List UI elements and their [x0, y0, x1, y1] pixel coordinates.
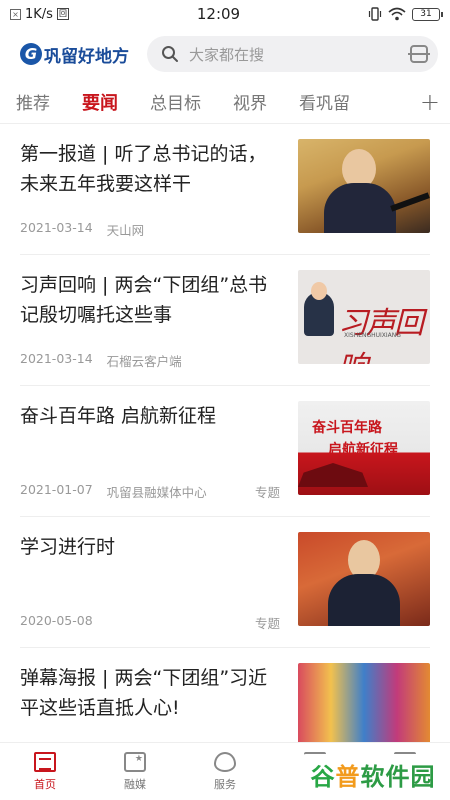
battery-icon: 31: [412, 7, 443, 21]
news-source: 巩留县融媒体中心: [106, 485, 207, 500]
channel-tabs: 推荐 要闻 总目标 视界 看巩留 +: [0, 80, 450, 124]
status-time: 12:09: [196, 5, 241, 23]
news-meta: 2021-01-07 巩留县融媒体中心 专题: [20, 482, 280, 501]
watermark-part3: 软件园: [360, 762, 436, 791]
list-item[interactable]: 第一报道 | 听了总书记的话，未来五年我要这样干 2021-03-14 天山网: [20, 124, 430, 255]
search-placeholder: 大家都在搜: [189, 45, 265, 64]
news-text: 学习进行时 2020-05-08 专题: [20, 532, 280, 632]
search-input[interactable]: 大家都在搜: [147, 36, 438, 72]
news-title: 弹幕海报 | 两会“下团组”习近平这些话直抵人心!: [20, 667, 268, 719]
status-right: 31: [368, 7, 443, 21]
thumb-banner-line1: 奋斗百年路: [312, 420, 382, 436]
news-title: 学习进行时: [20, 536, 116, 558]
news-thumbnail: 习声回响 XISHENGHUIXIANG: [298, 270, 430, 364]
tab-recommend[interactable]: 推荐: [16, 89, 50, 114]
news-date: 2021-01-07: [20, 482, 93, 497]
list-item[interactable]: 习声回响 | 两会“下团组”总书记殷切嘱托这些事 2021-03-14 石榴云客…: [20, 255, 430, 386]
news-source: 石榴云客户端: [106, 354, 182, 369]
thumb-banner-line2: 启航新征程: [328, 442, 398, 458]
nav-media[interactable]: 融媒: [90, 743, 180, 800]
news-list: 第一报道 | 听了总书记的话，未来五年我要这样干 2021-03-14 天山网 …: [0, 124, 450, 779]
news-date: 2020-05-08: [20, 613, 93, 628]
nav-media-label: 融媒: [124, 777, 146, 791]
app-header: G 巩留好地方 大家都在搜: [0, 28, 450, 80]
news-thumbnail: [298, 532, 430, 626]
news-meta: 2021-03-14 石榴云客户端: [20, 351, 280, 370]
news-date: 2021-03-14: [20, 351, 93, 366]
news-text: 习声回响 | 两会“下团组”总书记殷切嘱托这些事 2021-03-14 石榴云客…: [20, 270, 280, 370]
watermark-part2: 普: [335, 762, 361, 791]
tab-general-goal[interactable]: 总目标: [150, 89, 201, 114]
topic-tag: 专题: [254, 616, 280, 631]
news-text: 奋斗百年路 启航新征程 2021-01-07 巩留县融媒体中心 专题: [20, 401, 280, 501]
news-meta: 2021-03-14 天山网: [20, 220, 280, 239]
tab-see-gongliu[interactable]: 看巩留: [299, 89, 350, 114]
media-icon: [124, 751, 146, 772]
home-icon: [34, 751, 56, 772]
app-logo[interactable]: G 巩留好地方: [20, 42, 129, 67]
heart-icon: [214, 751, 236, 772]
site-watermark: 谷 普 软件园: [302, 754, 444, 794]
tab-headlines[interactable]: 要闻: [82, 89, 118, 115]
news-text: 第一报道 | 听了总书记的话，未来五年我要这样干 2021-03-14 天山网: [20, 139, 280, 239]
news-meta: 2020-05-08 专题: [20, 613, 280, 632]
news-title: 第一报道 | 听了总书记的话，未来五年我要这样干: [20, 143, 267, 195]
list-item[interactable]: 学习进行时 2020-05-08 专题: [20, 517, 430, 648]
nav-home-label: 首页: [34, 777, 56, 791]
status-left: × 1K/s 回: [10, 7, 69, 22]
scan-icon[interactable]: [408, 45, 430, 63]
news-title: 习声回响 | 两会“下团组”总书记殷切嘱托这些事: [20, 274, 268, 326]
news-source: 天山网: [106, 223, 145, 238]
news-thumbnail: 奋斗百年路 启航新征程: [298, 401, 430, 495]
list-item[interactable]: 奋斗百年路 启航新征程 2021-01-07 巩留县融媒体中心 专题 奋斗百年路…: [20, 386, 430, 517]
add-channel-icon[interactable]: +: [420, 88, 440, 116]
search-icon: [162, 46, 178, 62]
wifi-icon: [388, 7, 406, 21]
sim-icon: 回: [56, 8, 69, 20]
news-date: 2021-03-14: [20, 220, 93, 235]
nav-service-label: 服务: [214, 777, 236, 791]
nav-service[interactable]: 服务: [180, 743, 270, 800]
news-thumbnail: [298, 139, 430, 233]
nav-home[interactable]: 首页: [0, 743, 90, 800]
logo-mark-icon: G: [20, 43, 42, 65]
thumb-caption: 习声回响: [338, 307, 424, 364]
status-bar: × 1K/s 回 12:09 31: [0, 0, 450, 28]
network-speed: 1K/s: [25, 6, 53, 22]
watermark-part1: 谷: [310, 762, 336, 791]
vibrate-icon: [368, 7, 382, 21]
notification-close-icon: ×: [10, 8, 21, 20]
news-title: 奋斗百年路 启航新征程: [20, 405, 217, 427]
tab-vision[interactable]: 视界: [233, 89, 267, 114]
topic-tag: 专题: [254, 485, 280, 500]
thumb-subcaption: XISHENGHUIXIANG: [344, 332, 401, 339]
logo-text: 巩留好地方: [44, 46, 129, 66]
